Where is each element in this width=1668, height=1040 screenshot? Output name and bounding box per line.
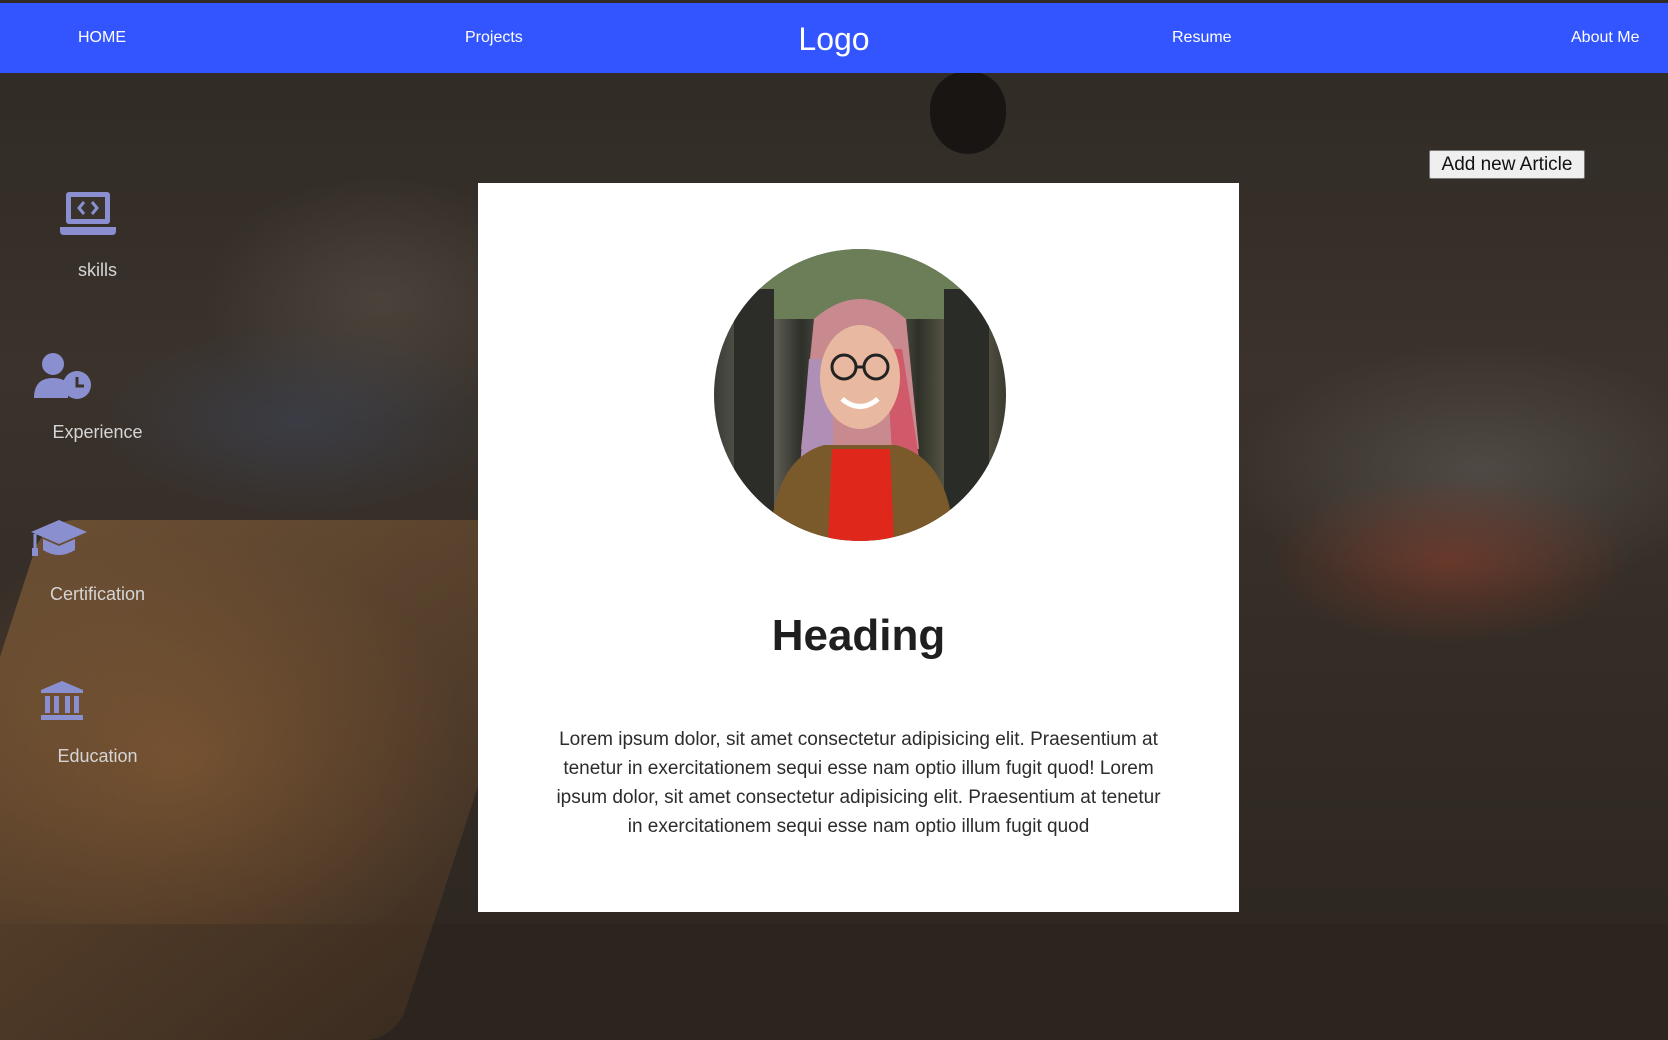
university-icon (40, 680, 84, 727)
sidebar-item-label: skills (78, 260, 117, 280)
laptop-code-icon (60, 190, 116, 243)
add-new-article-button[interactable]: Add new Article (1429, 150, 1585, 179)
card-heading: Heading (771, 611, 946, 660)
background-apple-logo (930, 72, 1006, 154)
sidebar-item-label: Education (57, 746, 138, 766)
nav-projects-link[interactable]: Projects (465, 3, 523, 73)
card-body-text: Lorem ipsum dolor, sit amet consectetur … (556, 729, 1161, 837)
graduation-cap-icon (30, 518, 88, 565)
nav-resume-link[interactable]: Resume (1172, 3, 1232, 73)
user-clock-icon (34, 352, 92, 407)
sidebar-item-experience[interactable]: Experience (0, 352, 195, 452)
logo: Logo (798, 21, 870, 57)
sidebar-item-certification[interactable]: Certification (0, 518, 195, 618)
article-card: Heading Lorem ipsum dolor, sit amet cons… (478, 183, 1239, 912)
sidebar-item-skills[interactable]: skills (0, 190, 195, 290)
sidebar-item-label: Certification (49, 584, 146, 604)
avatar (714, 249, 1006, 541)
sidebar-item-education[interactable]: Education (0, 680, 195, 780)
sidebar-item-label: Experience (52, 422, 143, 442)
top-navbar: HOME Projects Logo Resume About Me (0, 3, 1668, 73)
nav-home-link[interactable]: HOME (78, 3, 126, 73)
nav-about-link[interactable]: About Me (1571, 3, 1639, 73)
